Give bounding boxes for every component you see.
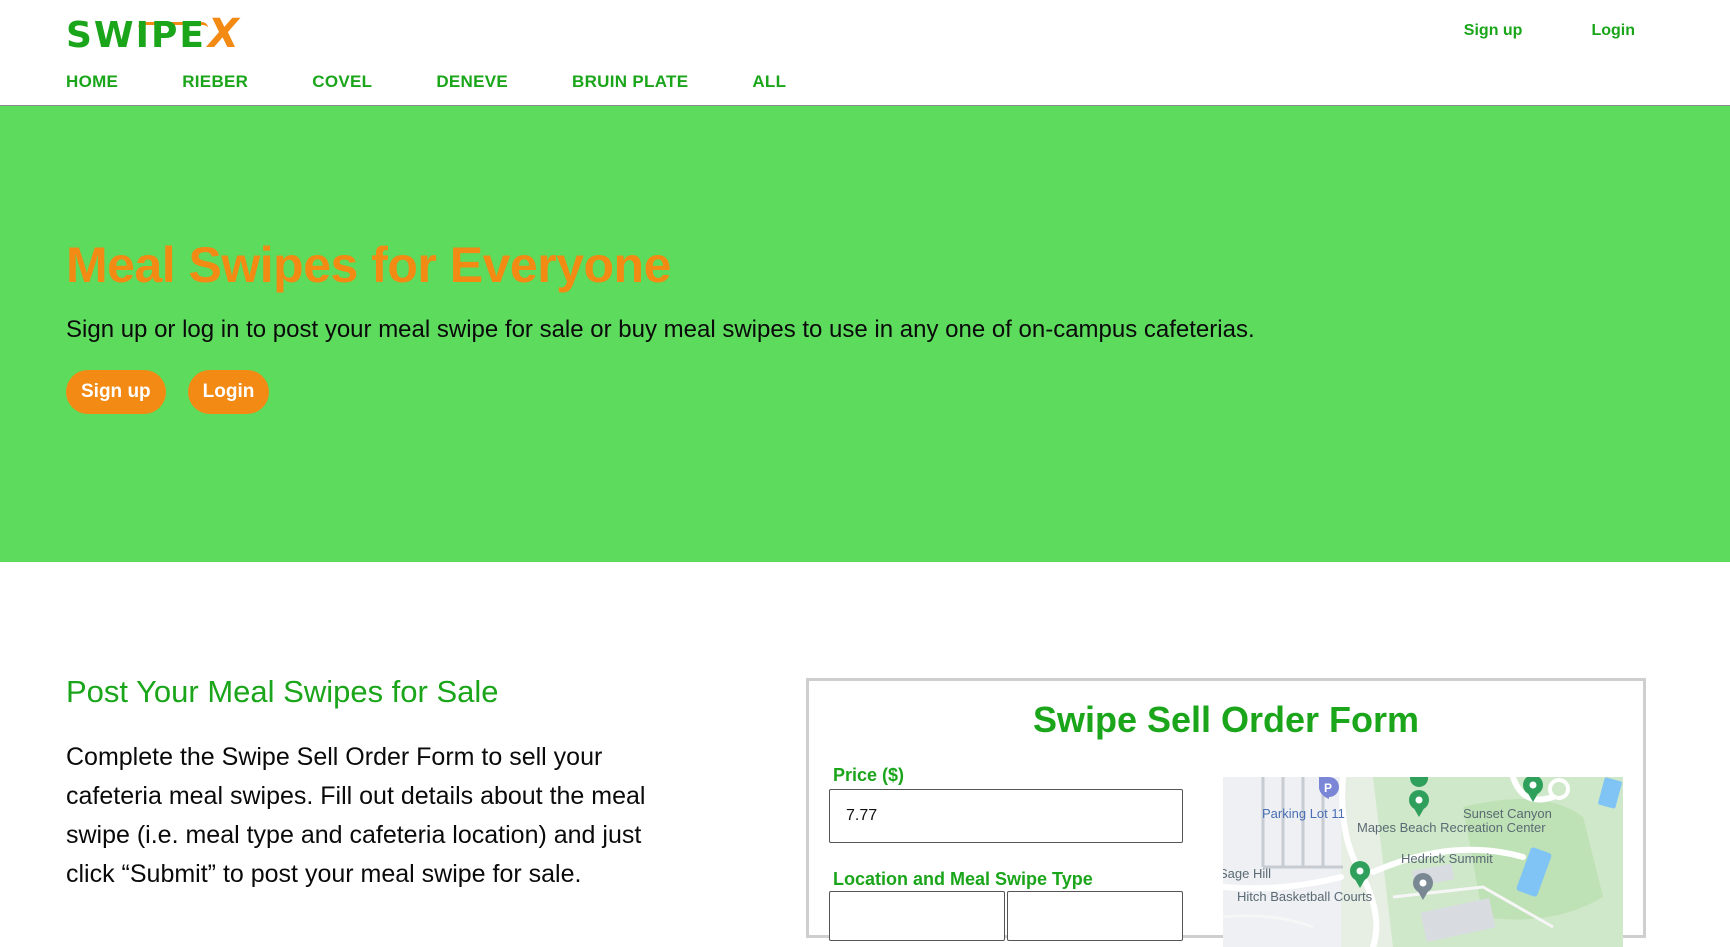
campus-map[interactable]: P Parking Lot 11 Sunset Canyon Mapes Bea… <box>1223 777 1623 947</box>
hero-signup-button[interactable]: Sign up <box>66 370 166 414</box>
hero-banner: Meal Swipes for Everyone Sign up or log … <box>0 106 1730 562</box>
header-signup-link[interactable]: Sign up <box>1464 22 1523 40</box>
price-label: Price ($) <box>833 765 905 785</box>
location-label: Location and Meal Swipe Type <box>833 869 1093 889</box>
meal-type-select[interactable] <box>1007 891 1183 941</box>
svg-text:P: P <box>1324 781 1332 795</box>
header-login-link[interactable]: Login <box>1591 22 1635 40</box>
post-section-title: Post Your Meal Swipes for Sale <box>66 674 499 709</box>
nav-item-covel[interactable]: COVEL <box>312 72 372 92</box>
swipex-logo[interactable]: SWIPE X <box>66 10 239 54</box>
hero-login-button[interactable]: Login <box>187 370 270 414</box>
location-select[interactable] <box>829 891 1005 941</box>
map-label-parking: Parking Lot 11 <box>1262 806 1345 821</box>
map-label-hitch: Hitch Basketball Courts <box>1237 889 1373 904</box>
map-label-hedrick: Hedrick Summit <box>1401 851 1493 866</box>
map-canvas: P Parking Lot 11 Sunset Canyon Mapes Bea… <box>1223 777 1623 947</box>
map-label-recreation: Mapes Beach Recreation Center <box>1357 820 1546 835</box>
map-label-sunset: Sunset Canyon <box>1463 806 1552 821</box>
form-title: Swipe Sell Order Form <box>1032 699 1420 740</box>
nav-item-all[interactable]: ALL <box>752 72 786 92</box>
hero-actions: Sign up Login <box>66 370 270 414</box>
nav-item-deneve[interactable]: DENEVE <box>436 72 508 92</box>
post-section-description: Complete the Swipe Sell Order Form to se… <box>66 743 646 888</box>
swipe-sell-order-form: Swipe Sell Order Form Price ($) Location… <box>806 678 1646 947</box>
auth-links: Sign up Login <box>1464 22 1635 40</box>
hero-subtitle: Sign up or log in to post your meal swip… <box>66 316 1255 343</box>
nav-item-home[interactable]: HOME <box>66 72 118 92</box>
logo-x-mark: X <box>208 11 239 57</box>
nav-item-rieber[interactable]: RIEBER <box>182 72 248 92</box>
logo-wordmark: SWIPE <box>66 15 207 56</box>
map-label-sage: Sage Hill <box>1223 866 1271 881</box>
price-input[interactable] <box>829 789 1183 843</box>
main-nav: HOME RIEBER COVEL DENEVE BRUIN PLATE ALL <box>66 72 786 92</box>
nav-item-bruin-plate[interactable]: BRUIN PLATE <box>572 72 688 92</box>
hero-title: Meal Swipes for Everyone <box>66 237 671 293</box>
site-header: SWIPE X Sign up Login HOME RIEBER COVEL … <box>0 0 1730 106</box>
